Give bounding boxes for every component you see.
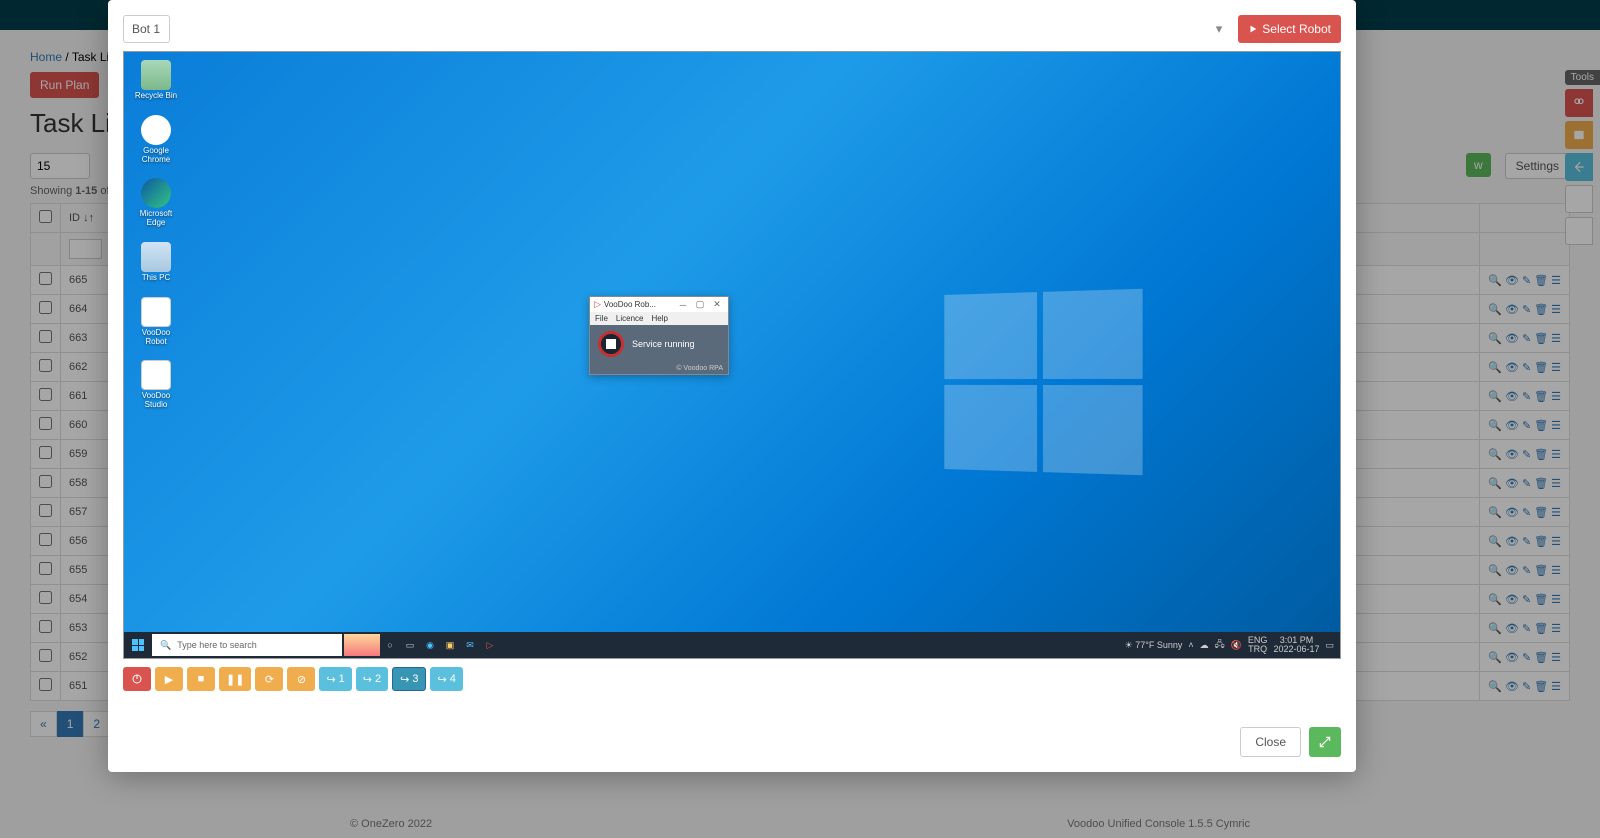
search-icon: 🔍 <box>160 640 171 651</box>
robot-brand: © Voodoo RPA <box>590 363 728 374</box>
ctrl-power-button[interactable] <box>123 667 151 691</box>
signout-3-label: 3 <box>412 673 418 685</box>
tb-explorer-icon[interactable]: ▣ <box>440 640 460 651</box>
tray-lang[interactable]: ENGTRQ <box>1248 636 1268 654</box>
select-robot-button[interactable]: Select Robot <box>1238 15 1341 43</box>
desktop-icon-label: Recycle Bin <box>135 92 177 101</box>
tray-date: 2022-06-17 <box>1273 645 1319 654</box>
system-tray: ☀ 77°F Sunny ˄ ☁ 🖧 🔇 ENGTRQ 3:01 PM2022-… <box>1125 636 1340 654</box>
robot-app-icon: ▷ <box>594 299 601 310</box>
weather-text[interactable]: ☀ 77°F Sunny <box>1125 640 1183 651</box>
taskview-icon[interactable]: ▭ <box>400 640 420 651</box>
desktop-icon-label: Microsoft Edge <box>134 210 178 228</box>
close-icon[interactable]: ✕ <box>710 299 724 310</box>
robot-viewer-modal: Bot 1 Select Robot Recycle Bin Google Chr… <box>108 0 1356 772</box>
minimize-icon[interactable]: ─ <box>676 300 690 310</box>
signout-2-label: 2 <box>375 673 381 685</box>
maximize-icon[interactable]: ▢ <box>693 299 707 310</box>
voodoo-robot-icon[interactable]: VooDoo Robot <box>134 297 178 347</box>
desktop-icons: Recycle Bin Google Chrome Microsoft Edge Th… <box>134 60 178 410</box>
robot-title: VooDoo Rob... <box>604 300 673 309</box>
close-button[interactable]: Close <box>1240 727 1301 757</box>
tray-volume-icon[interactable]: 🔇 <box>1231 640 1242 651</box>
voodoo-robot-glyph-icon <box>141 297 171 327</box>
taskbar-search[interactable]: 🔍 Type here to search <box>152 634 342 656</box>
voodoo-robot-window[interactable]: ▷ VooDoo Rob... ─ ▢ ✕ File Licence Help … <box>589 296 729 375</box>
desktop-icon-label: VooDoo Robot <box>134 329 178 347</box>
ctrl-stop-button[interactable]: ■ <box>187 667 215 691</box>
weather-value: 77°F Sunny <box>1135 640 1182 650</box>
service-status: Service running <box>632 339 695 349</box>
signout-2-button[interactable]: ↪2 <box>356 667 388 691</box>
expand-button[interactable] <box>1309 727 1341 757</box>
windows-icon <box>132 639 144 651</box>
recycle-bin-glyph-icon <box>141 60 171 90</box>
microsoft-edge-icon[interactable]: Microsoft Edge <box>134 178 178 228</box>
windows-logo-icon <box>944 289 1142 475</box>
tray-onedrive-icon[interactable]: ☁ <box>1200 640 1209 651</box>
tray-network-icon[interactable]: 🖧 <box>1215 637 1225 653</box>
robot-menubar: File Licence Help <box>590 312 728 325</box>
bot-select-wrap: Bot 1 <box>123 15 1232 43</box>
menu-file[interactable]: File <box>595 314 608 323</box>
google-chrome-glyph-icon <box>141 115 171 145</box>
voodoo-studio-glyph-icon <box>141 360 171 390</box>
signout-1-button[interactable]: ↪1 <box>319 667 351 691</box>
robot-titlebar[interactable]: ▷ VooDoo Rob... ─ ▢ ✕ <box>590 297 728 312</box>
tb-edge-icon[interactable]: ◉ <box>420 640 440 651</box>
tray-clock[interactable]: 3:01 PM2022-06-17 <box>1273 636 1319 654</box>
tray-chevron-icon[interactable]: ˄ <box>1188 640 1193 650</box>
ctrl-pause-button[interactable]: ❚❚ <box>219 667 251 691</box>
play-icon <box>1248 24 1258 34</box>
signout-1-label: 1 <box>339 673 345 685</box>
menu-help[interactable]: Help <box>651 314 667 323</box>
desktop-icon-label: Google Chrome <box>134 147 178 165</box>
recycle-bin-icon[interactable]: Recycle Bin <box>134 60 178 101</box>
tb-mail-icon[interactable]: ✉ <box>460 640 480 651</box>
tb-voodoo-icon[interactable]: ▷ <box>480 640 500 651</box>
bot-select[interactable]: Bot 1 <box>123 15 170 43</box>
menu-licence[interactable]: Licence <box>616 314 644 323</box>
signout-4-label: 4 <box>450 673 456 685</box>
ctrl-cancel-button[interactable]: ⊘ <box>287 667 315 691</box>
tray-notifications-icon[interactable]: ▭ <box>1325 640 1334 651</box>
voodoo-studio-icon[interactable]: VooDoo Studio <box>134 360 178 410</box>
microsoft-edge-glyph-icon <box>141 178 171 208</box>
ctrl-loop-button[interactable]: ⟳ <box>255 667 283 691</box>
cortana-icon[interactable]: ○ <box>380 640 400 650</box>
select-robot-label: Select Robot <box>1262 22 1331 36</box>
modal-footer: Close <box>123 727 1341 757</box>
google-chrome-icon[interactable]: Google Chrome <box>134 115 178 165</box>
start-button[interactable] <box>124 632 152 658</box>
service-stop-button[interactable] <box>598 331 624 357</box>
signout-4-button[interactable]: ↪4 <box>430 667 462 691</box>
desktop-icon-label: This PC <box>142 274 170 283</box>
this-pc-glyph-icon <box>141 242 171 272</box>
remote-desktop[interactable]: Recycle Bin Google Chrome Microsoft Edge Th… <box>123 51 1341 659</box>
windows-taskbar: 🔍 Type here to search ○ ▭ ◉ ▣ ✉ ▷ ☀ 77°F… <box>124 632 1340 658</box>
this-pc-icon[interactable]: This PC <box>134 242 178 283</box>
stop-icon <box>606 339 616 349</box>
signout-3-button[interactable]: ↪3 <box>392 667 426 691</box>
search-placeholder: Type here to search <box>177 640 257 650</box>
news-widget-icon[interactable] <box>344 634 380 656</box>
tray-kbd-val: TRQ <box>1248 645 1267 654</box>
ctrl-play-button[interactable]: ▶ <box>155 667 183 691</box>
desktop-icon-label: VooDoo Studio <box>134 392 178 410</box>
control-row: ▶ ■ ❚❚ ⟳ ⊘ ↪1 ↪2 ↪3 ↪4 <box>123 667 1341 691</box>
